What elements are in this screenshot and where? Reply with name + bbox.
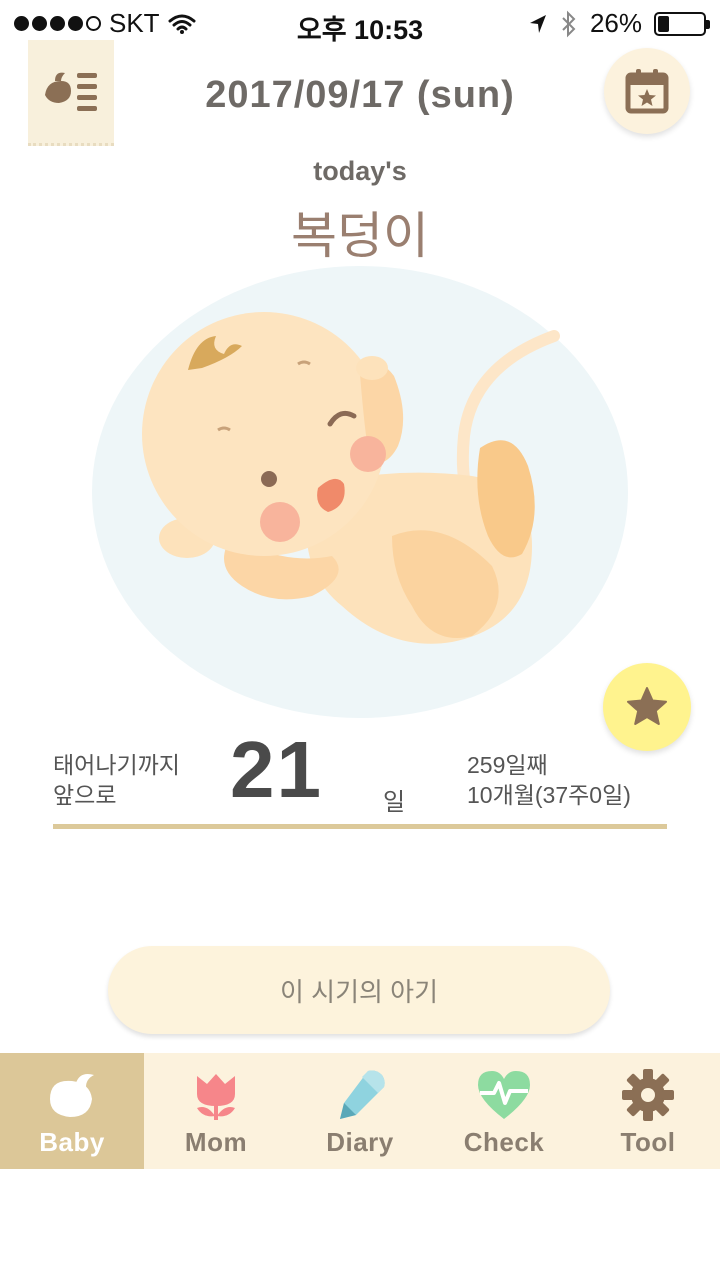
- tab-baby[interactable]: Baby: [0, 1053, 144, 1169]
- tab-label: Baby: [39, 1127, 105, 1157]
- until-birth-line2: 앞으로: [53, 782, 117, 808]
- star-icon: [627, 687, 667, 725]
- favorite-button[interactable]: [603, 663, 691, 751]
- tab-tool[interactable]: Tool: [576, 1053, 720, 1169]
- until-birth-label: 태어나기까지 앞으로: [53, 750, 180, 810]
- status-right: 26%: [528, 8, 710, 39]
- calendar-star-icon: [625, 69, 669, 114]
- fetus-illustration: [92, 266, 628, 718]
- pencil-icon: [328, 1067, 392, 1123]
- baby-this-period-button[interactable]: 이 시기의 아기: [108, 946, 610, 1034]
- tab-label: Mom: [184, 1127, 248, 1157]
- tab-label: Check: [463, 1127, 545, 1157]
- divider: [53, 824, 667, 829]
- tab-diary[interactable]: Diary: [288, 1053, 432, 1169]
- tab-label: Tool: [620, 1127, 676, 1157]
- tulip-icon: [184, 1067, 248, 1123]
- baby-nickname: 복덩이: [291, 208, 429, 264]
- heartbeat-icon: [472, 1067, 536, 1123]
- until-birth-line1: 태어나기까지: [53, 752, 180, 778]
- days-unit: 일: [383, 789, 406, 816]
- month-week: 10개월(37주0일): [467, 782, 631, 808]
- tab-check[interactable]: Check: [432, 1053, 576, 1169]
- location-arrow-icon: [529, 14, 546, 33]
- day-count: 259일째: [467, 752, 548, 778]
- calendar-button[interactable]: [604, 48, 690, 134]
- bird-menu-icon: [45, 72, 97, 111]
- pregnancy-progress: 259일째 10개월(37주0일): [467, 750, 631, 810]
- todays-label: today's: [313, 156, 407, 186]
- signal-strength-icon: [14, 16, 101, 31]
- status-left: SKT: [14, 8, 196, 39]
- battery-percent: 26%: [589, 8, 642, 38]
- bluetooth-icon: [562, 10, 576, 37]
- battery-icon: [654, 11, 710, 36]
- tab-mom[interactable]: Mom: [144, 1053, 288, 1169]
- menu-button[interactable]: [28, 40, 114, 146]
- days-left-number: 21: [230, 725, 323, 814]
- battery-level: [658, 15, 670, 32]
- tab-label: Diary: [326, 1127, 394, 1157]
- gear-icon: [616, 1067, 680, 1123]
- wifi-icon: [168, 14, 196, 34]
- bird-icon: [40, 1067, 104, 1123]
- carrier-name: SKT: [109, 8, 160, 38]
- tab-bar: Baby Mom Diary Check Tool: [0, 1053, 720, 1169]
